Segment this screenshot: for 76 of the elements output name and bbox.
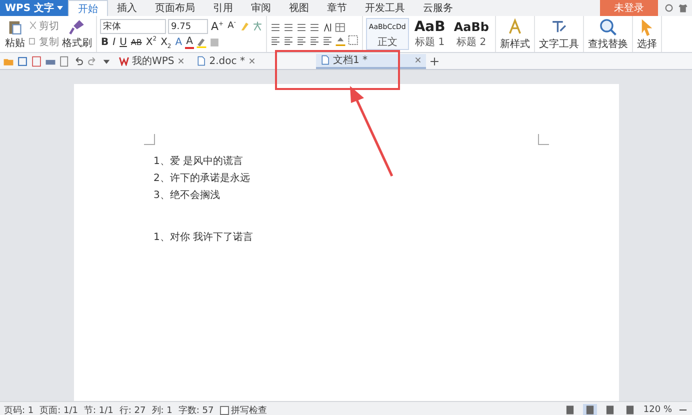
format-button[interactable]: X$_{2}$ bbox=[160, 36, 172, 49]
menu-tab[interactable]: 页面布局 bbox=[146, 0, 204, 16]
style-preset[interactable]: AaBb 标题 2 bbox=[450, 18, 492, 50]
align-icon[interactable] bbox=[282, 35, 294, 46]
search-icon[interactable] bbox=[598, 18, 617, 36]
font-size-field[interactable]: 9.75 bbox=[168, 19, 208, 34]
caret-icon bbox=[57, 5, 64, 11]
ribbon-tool-button[interactable]: 文字工具 bbox=[538, 18, 580, 50]
status-item: 行: 27 bbox=[119, 404, 146, 415]
document-tab[interactable]: 我的WPS bbox=[115, 54, 190, 68]
menu-tab[interactable]: 插入 bbox=[108, 0, 146, 16]
document-tab[interactable]: 2.doc * bbox=[192, 54, 260, 68]
clipboard-icon bbox=[7, 18, 23, 34]
format-button[interactable]: A bbox=[174, 36, 184, 49]
list-icon[interactable] bbox=[282, 22, 294, 33]
status-item: 字数: 57 bbox=[178, 404, 214, 415]
close-icon[interactable] bbox=[177, 57, 186, 65]
format-button[interactable]: A$^{+}$ bbox=[210, 20, 225, 33]
copy-icon bbox=[28, 37, 38, 47]
list-icon[interactable] bbox=[270, 22, 281, 33]
align-icon[interactable] bbox=[296, 35, 307, 46]
spell-check-toggle[interactable]: 拼写检查 bbox=[220, 404, 267, 415]
menu-tab[interactable]: 云服务 bbox=[414, 0, 462, 16]
format-button[interactable]: AB bbox=[130, 36, 143, 49]
menu-tab[interactable]: 审阅 bbox=[242, 0, 280, 16]
font-name-field[interactable]: 宋体 bbox=[100, 19, 166, 34]
status-item: 页面: 1/1 bbox=[40, 404, 78, 415]
cut-button[interactable]: 剪切 bbox=[28, 19, 59, 33]
fill-color-icon[interactable] bbox=[334, 35, 346, 46]
menu-tab[interactable]: 引用 bbox=[204, 0, 242, 16]
document-paragraph: 1、爱 是风中的谎言 bbox=[154, 154, 244, 168]
highlight-icon[interactable] bbox=[196, 37, 207, 48]
menu-tab[interactable]: 开始 bbox=[68, 0, 108, 16]
ribbon-tool-button[interactable]: 选择 bbox=[636, 18, 658, 50]
format-button[interactable]: U bbox=[118, 36, 128, 49]
format-button[interactable]: I bbox=[112, 36, 117, 49]
format-painter-button[interactable]: 格式刷 bbox=[61, 18, 93, 50]
zoom-level[interactable]: 120 % bbox=[643, 405, 672, 415]
format-button[interactable]: A bbox=[185, 36, 194, 49]
document-tab[interactable]: 文档1 * bbox=[316, 54, 426, 68]
shirt-icon[interactable] bbox=[678, 3, 688, 13]
format-button[interactable]: X$^{2}$ bbox=[144, 36, 158, 49]
table-icon[interactable] bbox=[334, 22, 346, 33]
menu-tab[interactable]: 开发工具 bbox=[356, 0, 414, 16]
align-icon[interactable] bbox=[308, 35, 320, 46]
style-preset[interactable]: AaB 标题 1 bbox=[410, 18, 449, 50]
close-icon[interactable] bbox=[248, 57, 256, 65]
refresh-icon[interactable] bbox=[664, 3, 674, 13]
document-paragraph: 2、许下的承诺是永远 bbox=[154, 172, 251, 185]
copy-button[interactable]: 复制 bbox=[28, 35, 59, 49]
ribbon-tool-button[interactable]: 查找替换 bbox=[586, 18, 629, 50]
list-icon[interactable] bbox=[308, 22, 320, 33]
logo-icon bbox=[119, 56, 129, 66]
border-icon[interactable] bbox=[348, 35, 359, 46]
document-icon bbox=[196, 56, 206, 66]
status-item: 节: 1/1 bbox=[84, 404, 114, 415]
format-button[interactable]: B bbox=[100, 36, 110, 49]
format-button[interactable]: A$^{-}$ bbox=[226, 20, 237, 33]
undo-icon[interactable] bbox=[73, 56, 84, 66]
list-icon[interactable] bbox=[296, 22, 307, 33]
status-item: 列: 1 bbox=[152, 404, 172, 415]
ribbon-tool-button[interactable]: 新样式 bbox=[498, 18, 531, 50]
status-item: 页码: 1 bbox=[4, 404, 34, 415]
brush-icon bbox=[69, 18, 85, 34]
menu-tab[interactable]: 视图 bbox=[280, 0, 318, 16]
menu-tab[interactable]: 章节 bbox=[318, 0, 356, 16]
align-icon[interactable] bbox=[270, 35, 281, 46]
close-icon[interactable] bbox=[414, 56, 422, 64]
document-paragraph: 1、对你 我许下了诺言 bbox=[154, 230, 254, 244]
scissors-icon bbox=[28, 21, 38, 31]
new-tab-icon[interactable] bbox=[428, 56, 440, 66]
app-menu-button[interactable]: WPS 文字 bbox=[0, 0, 68, 16]
document-paragraph: 3、绝不会搁浅 bbox=[154, 188, 221, 202]
view-mode-button[interactable] bbox=[583, 404, 598, 415]
align-icon[interactable] bbox=[322, 35, 333, 46]
paste-button[interactable]: 粘贴 bbox=[4, 18, 26, 50]
